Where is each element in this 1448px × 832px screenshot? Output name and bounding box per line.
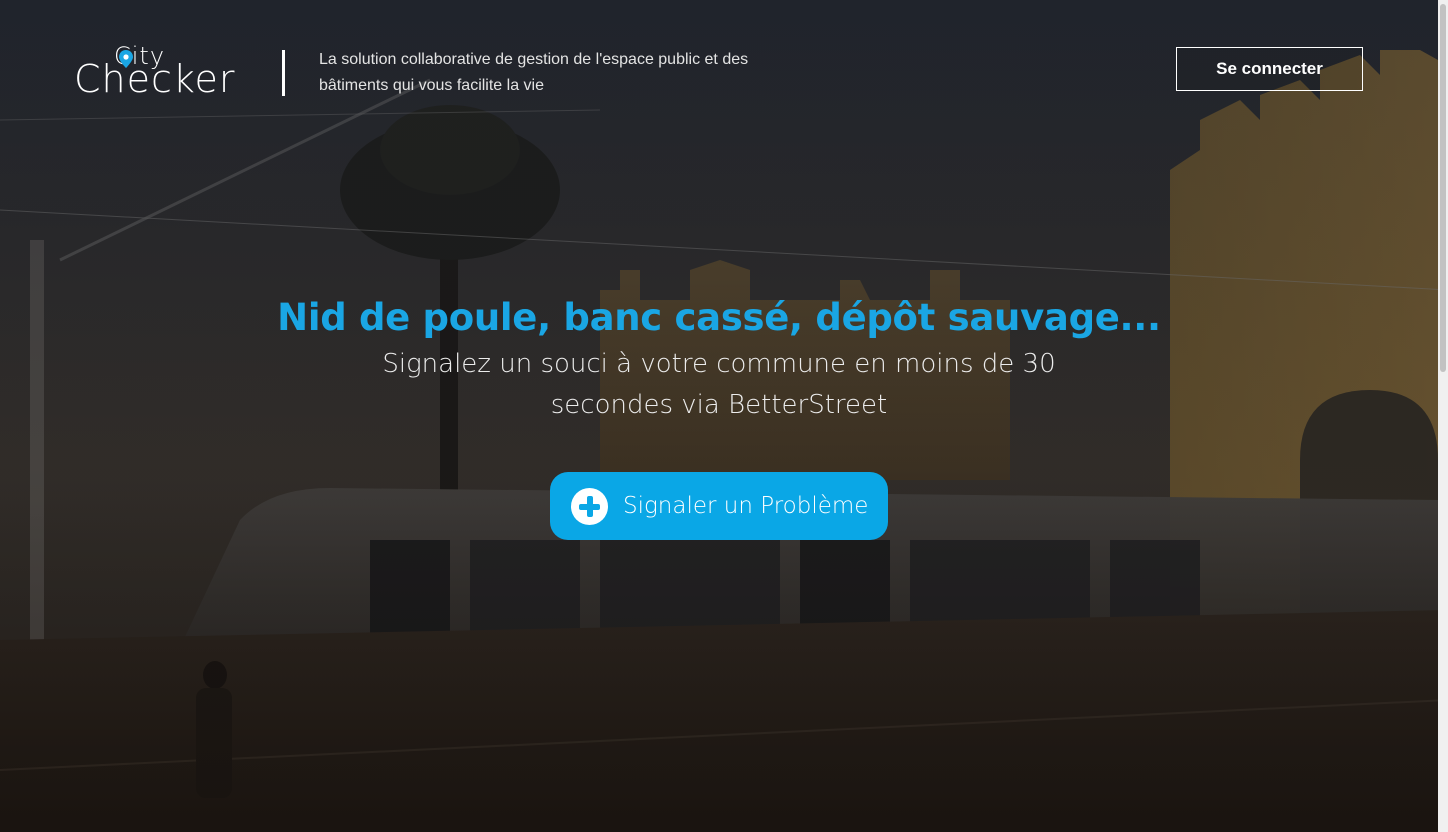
hero-subtitle: Signalez un souci à votre commune en moi… — [382, 349, 1056, 420]
scrollbar-thumb[interactable] — [1440, 4, 1446, 372]
vertical-scrollbar[interactable] — [1438, 0, 1448, 832]
login-button[interactable]: Se connecter — [1176, 47, 1363, 91]
hero-title: Nid de poule, banc cassé, dépôt sauvage.… — [277, 296, 1161, 339]
site-tagline: La solution collaborative de gestion de … — [319, 51, 749, 94]
landing-page: City Checker La solution collaborative d… — [0, 0, 1448, 832]
citychecker-logo[interactable]: City Checker — [74, 40, 244, 104]
report-problem-label: Signaler un Problème — [623, 493, 869, 519]
site-header: City Checker La solution collaborative d… — [0, 0, 1438, 130]
logo-checker-text: Checker — [74, 57, 236, 101]
header-divider — [282, 50, 285, 96]
report-problem-button[interactable]: Signaler un Problème — [550, 472, 888, 540]
plus-circle-icon — [571, 487, 608, 525]
hero-section: Nid de poule, banc cassé, dépôt sauvage.… — [0, 290, 1438, 426]
